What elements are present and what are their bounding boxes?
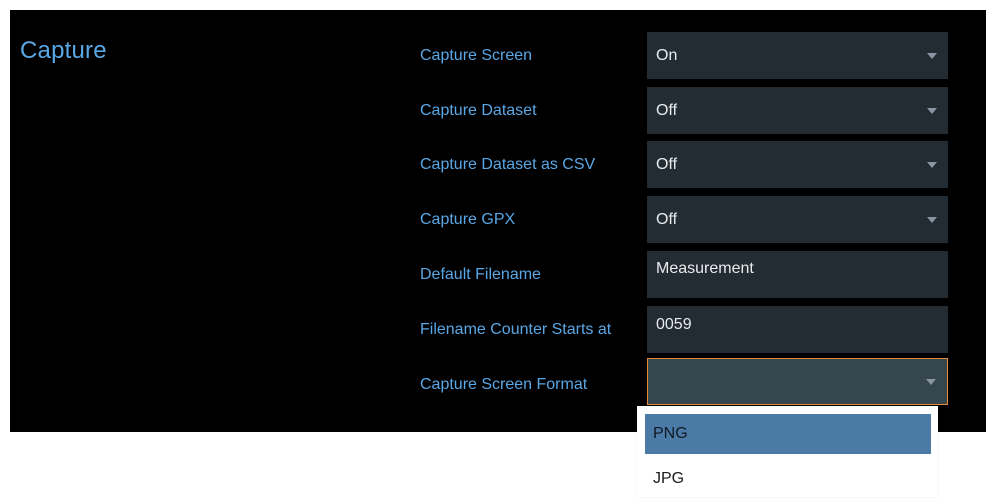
capture-screen-format-select[interactable] — [647, 358, 948, 405]
capture-dataset-label: Capture Dataset — [420, 102, 537, 119]
capture-gpx-select[interactable]: Off — [647, 196, 948, 243]
capture-screen-label: Capture Screen — [420, 47, 533, 64]
capture-screen-format-label: Capture Screen Format — [420, 376, 588, 393]
chevron-down-icon — [927, 52, 937, 59]
chevron-down-icon — [927, 161, 937, 168]
capture-screen-value: On — [656, 46, 678, 64]
capture-dataset-csv-value: Off — [656, 155, 678, 173]
default-filename-label: Default Filename — [420, 266, 541, 283]
capture-dataset-csv-label: Capture Dataset as CSV — [420, 156, 596, 173]
filename-counter-label: Filename Counter Starts at — [420, 321, 612, 338]
capture-gpx-label: Capture GPX — [420, 211, 516, 228]
capture-gpx-value: Off — [656, 210, 678, 228]
default-filename-value: Measurement — [656, 260, 754, 277]
filename-counter-value: 0059 — [656, 316, 692, 333]
chevron-down-icon — [927, 216, 937, 223]
capture-dataset-value: Off — [656, 101, 678, 119]
dropdown-option-png[interactable]: PNG — [645, 414, 931, 454]
capture-dataset-select[interactable]: Off — [647, 87, 948, 134]
default-filename-input[interactable]: Measurement — [647, 251, 948, 298]
chevron-down-icon — [926, 378, 936, 385]
section-title: Capture — [20, 37, 107, 64]
capture-settings-panel: Capture Capture Screen On Capture Datase… — [10, 10, 986, 432]
capture-dataset-csv-select[interactable]: Off — [647, 141, 948, 188]
capture-screen-format-dropdown: PNG JPG — [637, 406, 938, 497]
filename-counter-input[interactable]: 0059 — [647, 306, 948, 353]
capture-screen-select[interactable]: On — [647, 32, 948, 79]
chevron-down-icon — [927, 107, 937, 114]
dropdown-option-jpg[interactable]: JPG — [645, 459, 931, 499]
